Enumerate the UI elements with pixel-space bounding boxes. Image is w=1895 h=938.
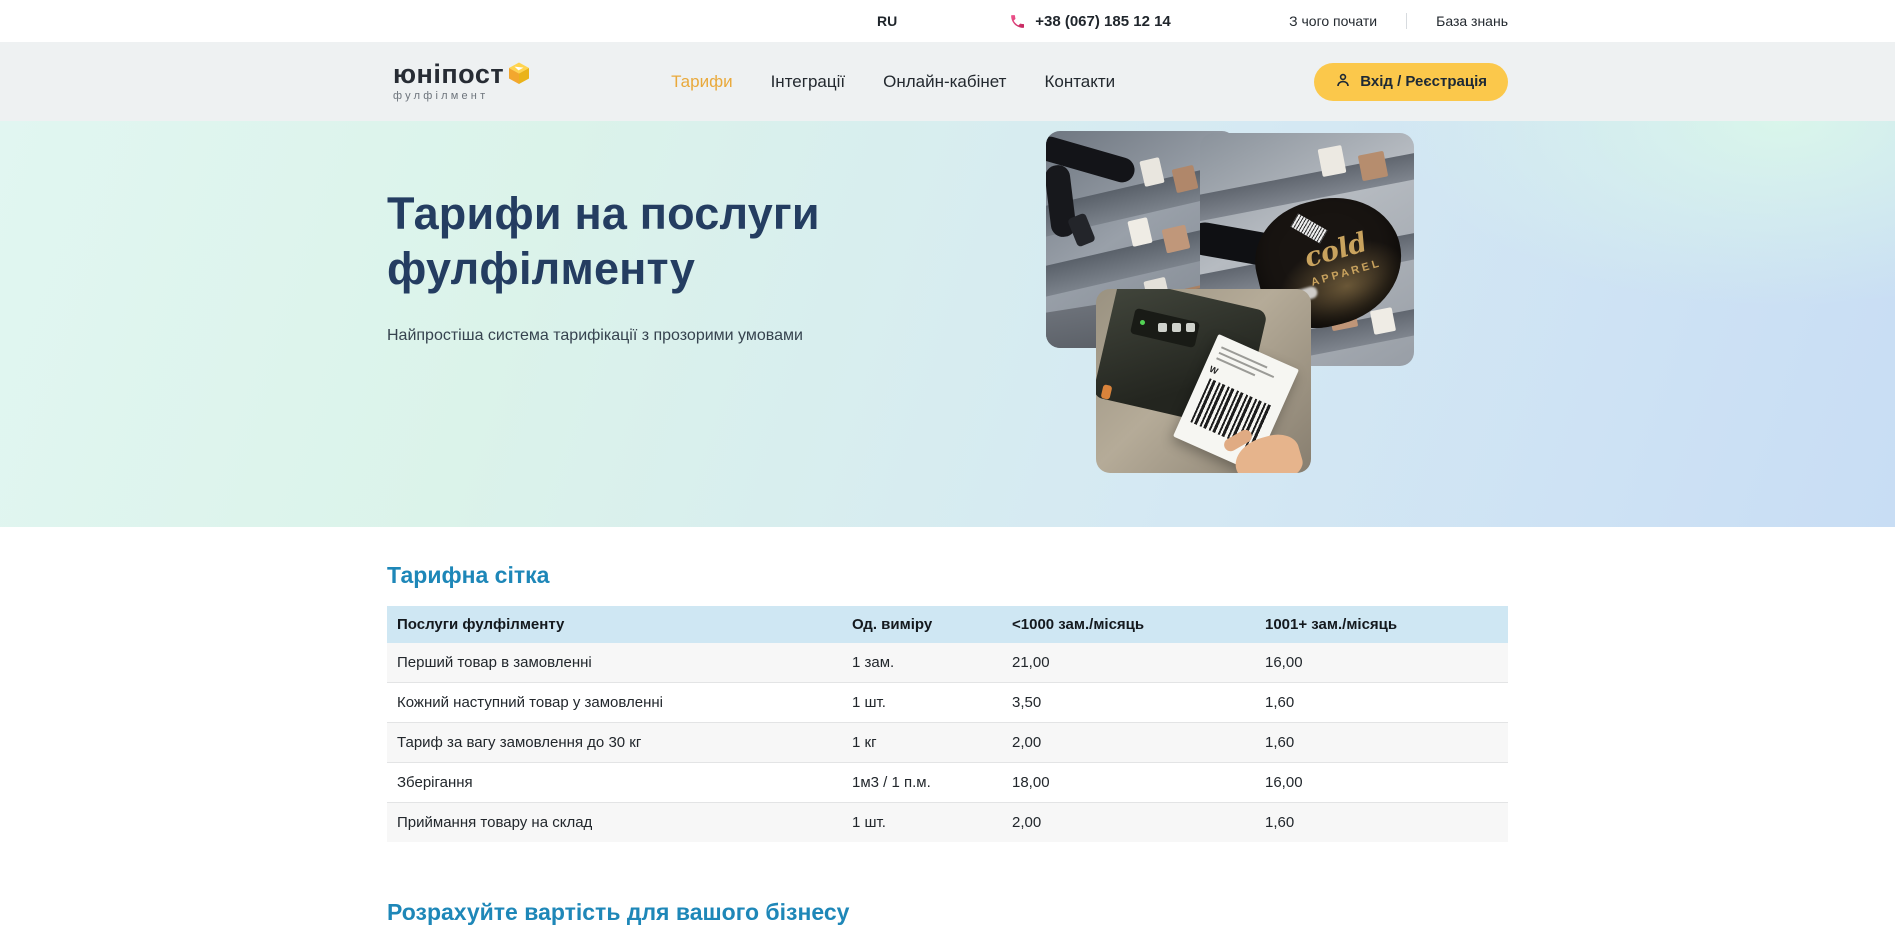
topbar-divider — [1406, 13, 1407, 29]
table-cell: Кожний наступний товар у замовленні — [387, 683, 852, 723]
section-title-calculator: Розрахуйте вартість для вашого бізнесу — [387, 899, 1508, 926]
table-cell: 16,00 — [1265, 763, 1508, 803]
phone-link[interactable]: +38 (067) 185 12 14 — [1009, 13, 1171, 30]
nav-item-1[interactable]: Тарифи — [671, 72, 733, 92]
label-letter: W — [1208, 364, 1220, 377]
language-switcher[interactable]: RU — [877, 13, 897, 29]
pricing-table: Послуги фулфілментуОд. виміру<1000 зам./… — [387, 606, 1508, 842]
table-column-header: Послуги фулфілменту — [387, 606, 852, 643]
nav-item-4[interactable]: Контакти — [1044, 72, 1115, 92]
table-column-header: 1001+ зам./місяць — [1265, 606, 1508, 643]
topbar-link-knowledge-base[interactable]: База знань — [1436, 13, 1508, 29]
table-cell: 21,00 — [1012, 643, 1265, 683]
logo-cube-icon — [507, 61, 531, 89]
table-cell: 2,00 — [1012, 723, 1265, 763]
logo-tagline: фулфілмент — [393, 91, 531, 102]
table-cell: Перший товар в замовленні — [387, 643, 852, 683]
login-button[interactable]: Вхід / Реєстрація — [1314, 63, 1508, 101]
topbar-links: З чого почати База знань — [1289, 13, 1508, 29]
page-title: Тарифи на послуги фулфілменту — [387, 187, 927, 297]
section-title-pricing: Тарифна сітка — [387, 527, 1508, 589]
table-cell: 1,60 — [1265, 683, 1508, 723]
table-column-header: <1000 зам./місяць — [1012, 606, 1265, 643]
page: RU +38 (067) 185 12 14 З чого почати Баз… — [0, 0, 1895, 926]
table-cell: 1 шт. — [852, 803, 1012, 843]
topbar-link-getting-started[interactable]: З чого почати — [1289, 13, 1377, 29]
content-section: Тарифна сітка Послуги фулфілментуОд. вим… — [387, 527, 1508, 926]
nav-item-2[interactable]: Інтеграції — [771, 72, 846, 92]
photo-label-printer: W — [1096, 289, 1311, 473]
table-row: Зберігання1м3 / 1 п.м.18,0016,00 — [387, 763, 1508, 803]
login-button-label: Вхід / Реєстрація — [1360, 73, 1487, 90]
topbar: RU +38 (067) 185 12 14 З чого почати Баз… — [0, 0, 1895, 42]
table-row: Приймання товару на склад1 шт.2,001,60 — [387, 803, 1508, 843]
table-row: Тариф за вагу замовлення до 30 кг1 кг2,0… — [387, 723, 1508, 763]
phone-icon — [1009, 13, 1026, 30]
table-cell: 1,60 — [1265, 803, 1508, 843]
hero-section: Тарифи на послуги фулфілменту Найпростіш… — [0, 121, 1895, 527]
table-cell: 1 кг — [852, 723, 1012, 763]
table-cell: Зберігання — [387, 763, 852, 803]
table-cell: 1 шт. — [852, 683, 1012, 723]
table-cell: Тариф за вагу замовлення до 30 кг — [387, 723, 852, 763]
header: юніпост фулфілмент Тарифи Інтеграції Онлай… — [0, 42, 1895, 121]
table-cell: 2,00 — [1012, 803, 1265, 843]
table-cell: 16,00 — [1265, 643, 1508, 683]
table-header-row: Послуги фулфілментуОд. виміру<1000 зам./… — [387, 606, 1508, 643]
table-row: Перший товар в замовленні1 зам.21,0016,0… — [387, 643, 1508, 683]
table-cell: 1 зам. — [852, 643, 1012, 683]
table-column-header: Од. виміру — [852, 606, 1012, 643]
phone-number: +38 (067) 185 12 14 — [1035, 13, 1171, 30]
table-cell: 3,50 — [1012, 683, 1265, 723]
table-cell: 18,00 — [1012, 763, 1265, 803]
nav-item-3[interactable]: Онлайн-кабінет — [883, 72, 1006, 92]
table-cell: 1м3 / 1 п.м. — [852, 763, 1012, 803]
main-nav: Тарифи Інтеграції Онлайн-кабінет Контакти — [671, 72, 1115, 92]
table-cell: Приймання товару на склад — [387, 803, 852, 843]
table-row: Кожний наступний товар у замовленні1 шт.… — [387, 683, 1508, 723]
logo[interactable]: юніпост фулфілмент — [393, 61, 531, 102]
logo-text: юніпост — [393, 61, 504, 88]
table-cell: 1,60 — [1265, 723, 1508, 763]
user-icon — [1335, 72, 1351, 92]
